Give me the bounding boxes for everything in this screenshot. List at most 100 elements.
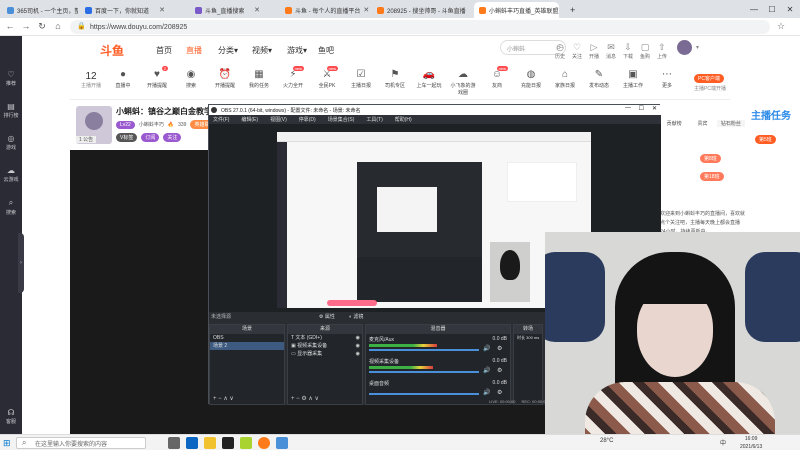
category-item[interactable]: ⏰ 开播提醒 <box>212 69 238 89</box>
header-icon-button[interactable]: ◷ 历史 <box>552 42 568 60</box>
browser-tab[interactable]: 斗鱼 - 每个人的直播平台 ✕ <box>280 2 370 18</box>
category-item[interactable]: 🚗 上车一起玩 <box>416 69 442 89</box>
obs-menu-item[interactable]: 停靠(D) <box>299 116 316 123</box>
header-icon-button[interactable]: ▷ 开播 <box>586 42 602 60</box>
obs-maximize-button[interactable]: ☐ <box>639 105 644 112</box>
source-item[interactable]: T 文本 (GDI+) ◉ <box>288 334 362 342</box>
task-view-icon[interactable] <box>168 437 180 449</box>
category-item[interactable]: ⚔ 全民PK new <box>314 66 340 89</box>
weather-temp[interactable]: 28°C <box>600 438 613 444</box>
back-icon[interactable]: ← <box>4 21 16 31</box>
browser-tab[interactable]: 小蝌蚪丰巧直播_英雄联盟直播✕ <box>474 2 559 18</box>
gear-icon[interactable]: ⚙ <box>497 345 502 352</box>
sidebar-item-game[interactable]: ◎ 游戏 <box>0 134 22 151</box>
obs-menu-item[interactable]: 工具(T) <box>366 116 382 123</box>
tab-close-icon[interactable]: ✕ <box>254 6 260 14</box>
category-item[interactable]: ⋯ 更多 <box>654 69 680 89</box>
source-item[interactable]: ▭ 显示器采集 ◉ <box>288 350 362 358</box>
category-item[interactable]: ♥ 开播提醒 2 <box>144 66 170 89</box>
nav-link[interactable]: 视频▾ <box>252 45 272 56</box>
speaker-icon[interactable]: 🔊 <box>483 345 490 352</box>
volume-slider[interactable] <box>369 393 479 395</box>
obs-menu-item[interactable]: 帮助(H) <box>395 116 412 123</box>
gear-icon[interactable]: ⚙ <box>497 367 502 374</box>
browser-taskbar-icon[interactable] <box>276 437 288 449</box>
subscribe-button[interactable]: 订阅 <box>141 133 160 142</box>
nav-link[interactable]: 直播 <box>186 45 202 56</box>
obs-menu-item[interactable]: 视图(V) <box>270 116 287 123</box>
category-item[interactable]: ◉ 搜索 <box>178 69 204 89</box>
clock[interactable]: 16:09 2021/6/13 <box>740 435 762 451</box>
window-close-button[interactable]: ✕ <box>781 0 799 18</box>
header-icon-button[interactable]: ⇧ 上传 <box>654 42 670 60</box>
eye-icon[interactable]: ◉ <box>356 334 362 342</box>
scene-item[interactable]: OBS <box>210 334 284 342</box>
home-icon[interactable]: ⌂ <box>52 21 64 31</box>
category-item[interactable]: ☁ 小飞象的游戏圈 <box>450 69 476 96</box>
star-icon[interactable]: ☆ <box>775 21 787 32</box>
category-item[interactable]: ▣ 主播工作 <box>620 69 646 89</box>
sidebar-collapse-handle[interactable]: › <box>18 233 24 293</box>
browser-tab[interactable]: 208925 - 搜坐帅哥 - 斗鱼直播✕ <box>372 2 467 18</box>
obs-properties-button[interactable]: ⚙ 属性 <box>319 313 335 320</box>
file-explorer-icon[interactable] <box>204 437 216 449</box>
reload-icon[interactable]: ↻ <box>36 21 48 32</box>
taskbar-search-input[interactable]: ⌕ 在这里输入你要搜索的内容 <box>16 437 146 449</box>
gear-icon[interactable]: ⚙ <box>497 389 502 396</box>
nav-link[interactable]: 分类▾ <box>218 45 238 56</box>
category-item[interactable]: ✎ 发布动态 <box>586 69 612 89</box>
tab-contribution[interactable]: 贡献榜 <box>660 120 688 127</box>
category-item[interactable]: ● 直播中 <box>110 69 136 89</box>
header-icon-button[interactable]: ✉ 消息 <box>603 42 619 60</box>
category-item[interactable]: ⌂ 家族日报 <box>552 69 578 89</box>
forward-icon[interactable]: → <box>20 21 32 31</box>
sidebar-item-recommend[interactable]: ♡ 推荐 <box>0 70 22 87</box>
site-logo[interactable]: 斗鱼 <box>100 42 124 59</box>
category-item[interactable]: ▦ 我的任务 <box>246 69 272 89</box>
eye-icon[interactable]: ◉ <box>356 350 362 358</box>
new-tab-button[interactable]: + <box>565 2 580 18</box>
sidebar-item-service[interactable]: ☊ 客服 <box>0 408 22 425</box>
tab-diamond[interactable]: 钻石粉丝 <box>716 120 745 127</box>
url-field[interactable]: 🔒 https://www.douyu.com/208925 <box>70 20 770 34</box>
windows-start-icon[interactable]: ⊞ <box>3 438 11 449</box>
obs-taskbar-icon[interactable] <box>222 437 234 449</box>
header-icon-button[interactable]: ♡ 关注 <box>569 42 585 60</box>
volume-slider[interactable] <box>369 349 479 351</box>
obs-close-button[interactable]: ✕ <box>652 105 657 112</box>
volume-slider[interactable] <box>369 371 479 373</box>
tab-vip[interactable]: 贵宾 <box>688 120 716 127</box>
tab-close-icon[interactable]: ✕ <box>159 6 165 14</box>
sidebar-item-search[interactable]: ⌕ 搜索 <box>0 198 22 216</box>
speaker-icon[interactable]: 🔊 <box>483 367 490 374</box>
source-item[interactable]: ▣ 视频采集设备 ◉ <box>288 342 362 350</box>
nav-link[interactable]: 首页 <box>156 45 172 56</box>
avatar-chevron-icon[interactable]: ▾ <box>696 44 699 51</box>
obs-filters-button[interactable]: ◐ 滤镜 <box>349 313 363 320</box>
category-item[interactable]: ⚑ 司机专区 <box>382 69 408 89</box>
sidebar-item-cloud-game[interactable]: ☁ 云游戏 <box>0 166 22 183</box>
header-icon-button[interactable]: ▢ 鱼购 <box>637 42 653 60</box>
obs-menu-item[interactable]: 文件(F) <box>213 116 229 123</box>
category-item[interactable]: ⚡ 火力全开 new <box>280 66 306 89</box>
follow-button[interactable]: 关注 <box>163 133 182 142</box>
speaker-icon[interactable]: 🔊 <box>483 389 490 396</box>
transition-duration[interactable]: 时长 300 ms <box>514 334 542 342</box>
browser-tab[interactable]: 斗鱼_直播搜索 ✕ <box>190 2 265 18</box>
category-item[interactable]: ☺ 友商 new <box>484 66 510 89</box>
edge-icon[interactable] <box>186 437 198 449</box>
sidebar-item-rank[interactable]: ▤ 排行榜 <box>0 102 22 119</box>
tab-close-icon[interactable]: ✕ <box>363 6 369 14</box>
scene-item[interactable]: 场景 2 <box>210 342 284 350</box>
nav-link[interactable]: 游戏▾ <box>287 45 307 56</box>
obs-minimize-button[interactable]: — <box>625 105 631 111</box>
input-language[interactable]: 中 <box>720 438 726 447</box>
window-maximize-button[interactable]: ☐ <box>763 0 781 18</box>
douyu-taskbar-icon[interactable] <box>258 437 270 449</box>
scene-controls[interactable]: + − ∧ ∨ <box>213 395 234 402</box>
obs-menu-item[interactable]: 编辑(E) <box>241 116 258 123</box>
category-item[interactable]: ◍ 充能日报 <box>518 69 544 89</box>
browser-tab[interactable]: 365司机 - 一个主页，整个世界✕ <box>2 2 78 18</box>
browser-tab[interactable]: 百度一下，你就知道 ✕ <box>80 2 170 18</box>
eye-icon[interactable]: ◉ <box>356 342 362 350</box>
